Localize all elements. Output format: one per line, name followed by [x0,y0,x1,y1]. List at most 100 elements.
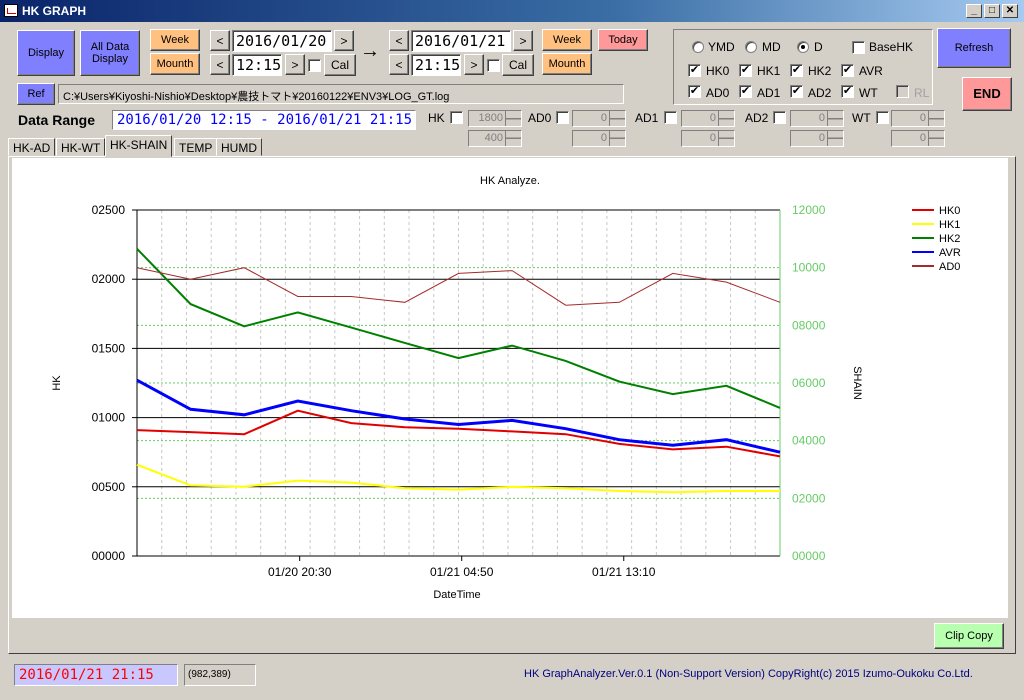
hk-min-spinner[interactable]: 400 [468,130,522,147]
legend-label-avr: AVR [939,247,961,259]
start-time-next-button[interactable]: > [285,54,305,75]
end-date-next-button[interactable]: > [513,30,533,51]
ad0-min-spinner[interactable]: 0 [572,130,626,147]
wt-max-spinner[interactable]: 0 [891,110,945,127]
start-date-field[interactable]: 2016/01/20 [232,30,332,52]
x-tick-label: 01/21 13:10 [592,565,656,579]
mounth-end-button[interactable]: Mounth [542,53,592,75]
log-path-field[interactable]: C:¥Users¥Kiyoshi-Nishio¥Desktop¥農技トマト¥20… [58,84,624,104]
ad0-checkbox[interactable]: ✔ [688,85,701,98]
hk-shain-chart: 00000 00500 01000 01500 02000 02500 00000 02000… [51,175,961,601]
range-wt-checkbox[interactable] [876,111,889,124]
hk-max-spinner[interactable]: 1800 [468,110,522,127]
ad1-checkbox[interactable]: ✔ [739,85,752,98]
minimize-button[interactable]: _ [966,4,982,18]
hk2-label: HK2 [808,64,832,78]
tab-hk-shain[interactable]: HK-SHAIN [105,135,173,157]
range-ad0-label: AD0 [528,111,552,125]
range-hk-label: HK [428,111,445,125]
week-start-button[interactable]: Week [150,29,200,51]
ad2-label: AD2 [808,86,832,100]
end-cal-checkbox[interactable] [487,59,500,72]
d-radio[interactable] [797,41,809,53]
y-tick-label: 02000 [92,272,126,286]
tab-temp[interactable]: TEMP [174,138,218,156]
ad1-min-spinner[interactable]: 0 [681,130,735,147]
ad0-label: AD0 [706,86,730,100]
mounth-start-button[interactable]: Mounth [150,53,200,75]
end-date-prev-button[interactable]: < [389,30,409,51]
end-time-field[interactable]: 21:15 [411,54,461,76]
hk0-checkbox[interactable]: ✔ [688,64,701,77]
y2-tick-label: 04000 [792,434,826,448]
window-title: HK GRAPH [22,4,87,18]
tab-hk-wt[interactable]: HK-WT [56,138,106,156]
ymd-radio[interactable] [692,41,704,53]
legend-label-hk0: HK0 [939,205,960,217]
maximize-button[interactable]: □ [984,4,1000,18]
end-time-next-button[interactable]: > [464,54,484,75]
status-coords: (982,389) [184,664,256,686]
range-hk-checkbox[interactable] [450,111,463,124]
hk2-checkbox[interactable]: ✔ [790,64,803,77]
legend-label-hk2: HK2 [939,233,960,245]
end-cal-button[interactable]: Cal [502,54,534,76]
range-ad2-label: AD2 [745,111,769,125]
ad2-checkbox[interactable]: ✔ [790,85,803,98]
rl-label: RL [914,86,930,100]
d-label: D [814,40,823,54]
ad2-min-spinner[interactable]: 0 [790,130,844,147]
y-tick-label: 01500 [92,341,126,355]
ref-button[interactable]: Ref [17,83,55,105]
avr-checkbox[interactable]: ✔ [841,64,854,77]
x-axis-title: DateTime [433,589,480,601]
tab-hk-ad[interactable]: HK-AD [8,138,56,156]
y2-tick-label: 06000 [792,376,826,390]
md-radio[interactable] [745,41,757,53]
y-tick-label: 02500 [92,203,126,217]
y-axis-title: HK [51,375,63,391]
md-label: MD [762,40,781,54]
all-data-display-button[interactable]: All Data Display [80,30,140,76]
hk1-label: HK1 [757,64,781,78]
range-ad2-checkbox[interactable] [773,111,786,124]
range-ad0-checkbox[interactable] [556,111,569,124]
clip-copy-button[interactable]: Clip Copy [934,623,1004,649]
title-bar: HK GRAPH _ □ ✕ [0,0,1024,22]
series-line-ad0 [136,267,781,306]
today-button[interactable]: Today [598,29,648,51]
start-cal-button[interactable]: Cal [324,54,356,76]
end-button[interactable]: END [962,77,1012,111]
start-cal-checkbox[interactable] [308,59,321,72]
display-button[interactable]: Display [17,30,75,76]
avr-label: AVR [859,64,883,78]
wt-min-spinner[interactable]: 0 [891,130,945,147]
end-date-field[interactable]: 2016/01/21 [411,30,511,52]
hk1-checkbox[interactable]: ✔ [739,64,752,77]
start-time-field[interactable]: 12:15 [232,54,282,76]
app-icon [4,4,18,17]
tab-humd[interactable]: HUMD [216,138,262,156]
chart-area: 00000 00500 01000 01500 02000 02500 00000 02000… [12,158,1008,618]
start-time-prev-button[interactable]: < [210,54,230,75]
start-date-next-button[interactable]: > [334,30,354,51]
start-date-prev-button[interactable]: < [210,30,230,51]
basehk-checkbox[interactable] [852,41,865,54]
legend-label-ad0: AD0 [939,261,960,273]
ad2-max-spinner[interactable]: 0 [790,110,844,127]
close-button[interactable]: ✕ [1002,4,1018,18]
ad0-max-spinner[interactable]: 0 [572,110,626,127]
y2-tick-label: 00000 [792,549,826,563]
y-tick-label: 00500 [92,480,126,494]
status-datetime: 2016/01/21 21:15 [14,664,178,686]
x-tick-label: 01/21 04:50 [430,565,494,579]
range-ad1-checkbox[interactable] [664,111,677,124]
ad1-label: AD1 [757,86,781,100]
y2-axis-title: SHAIN [851,366,863,400]
chart-title: HK Analyze. [480,175,540,187]
wt-checkbox[interactable]: ✔ [841,85,854,98]
week-end-button[interactable]: Week [542,29,592,51]
refresh-button[interactable]: Refresh [937,28,1011,68]
end-time-prev-button[interactable]: < [389,54,409,75]
ad1-max-spinner[interactable]: 0 [681,110,735,127]
